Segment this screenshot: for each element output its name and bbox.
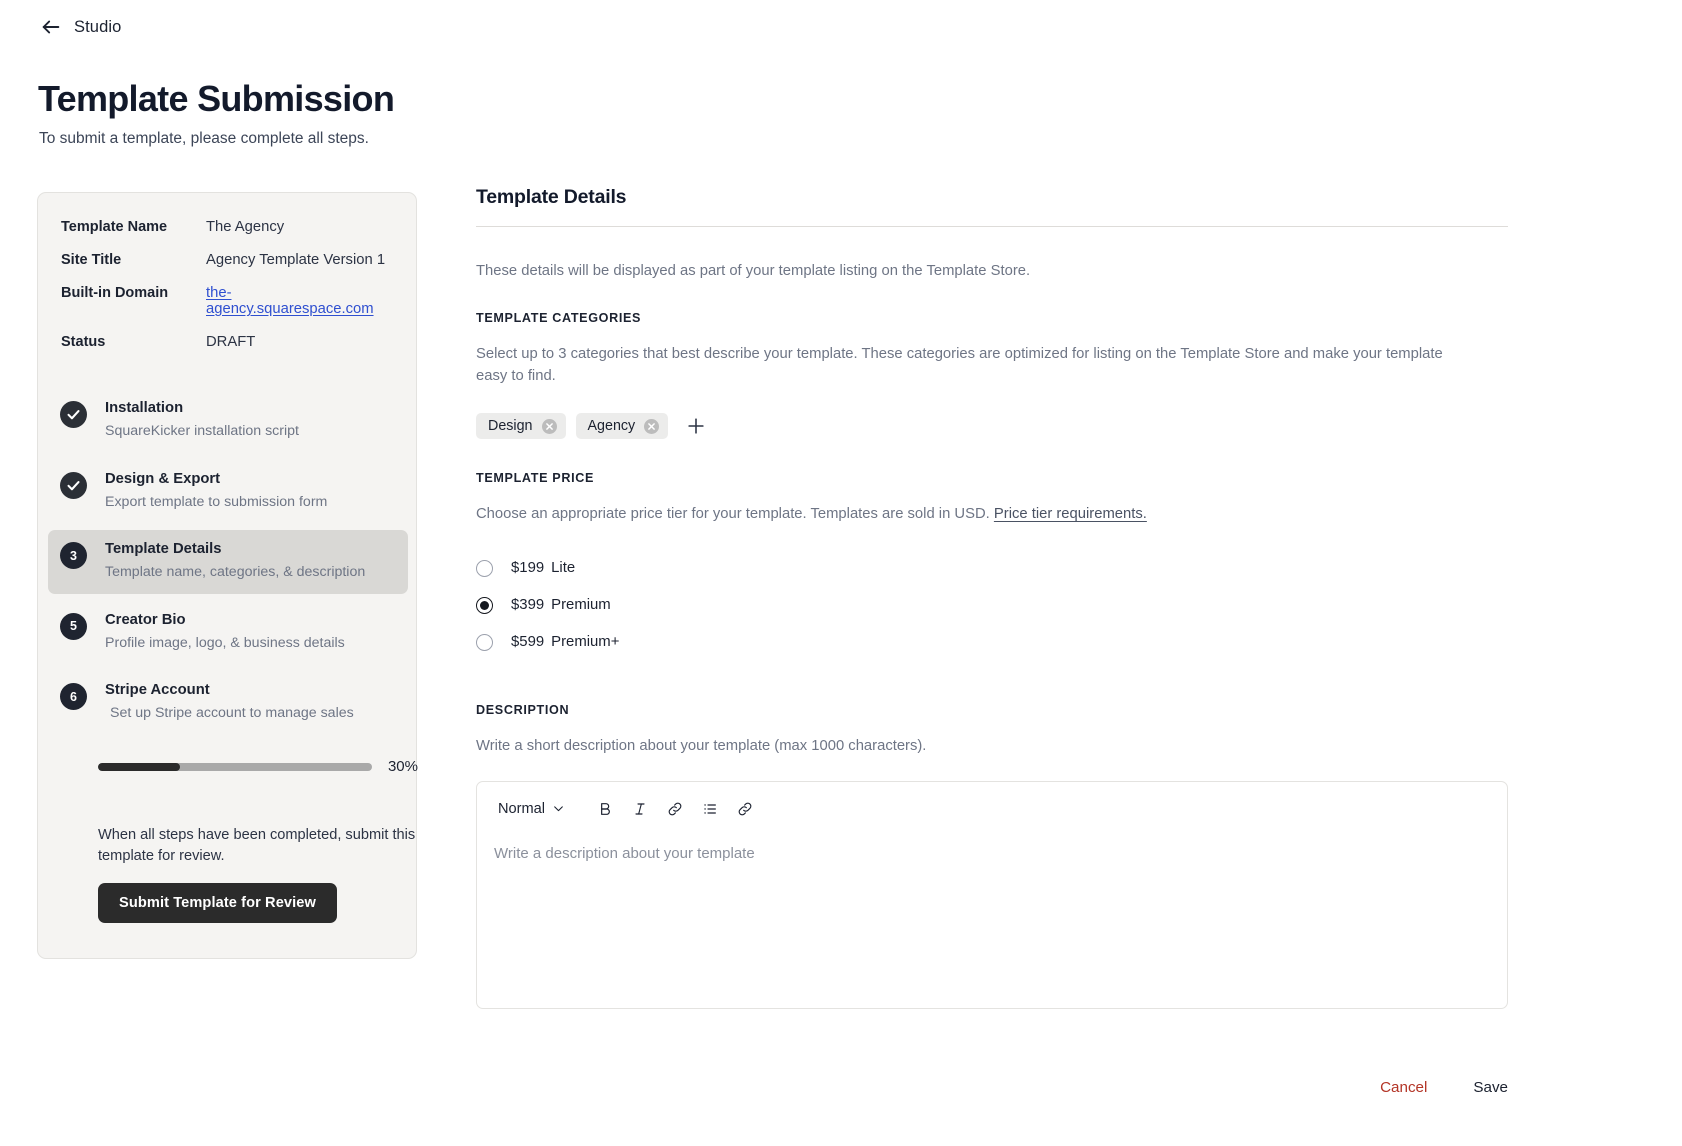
price-option-premium[interactable]: $399 Premium [476, 587, 1508, 624]
price-tier-name: Premium [551, 597, 611, 614]
sidebar-step-installation[interactable]: Installation SquareKicker installation s… [48, 389, 408, 453]
status-value: DRAFT [206, 334, 256, 350]
plus-icon[interactable] [678, 415, 707, 437]
submission-summary-card: Template Name The Agency Site Title Agen… [37, 192, 418, 959]
meta-key: Built-in Domain [61, 285, 169, 301]
price-option-lite[interactable]: $199 Lite [476, 550, 1508, 587]
sidebar-step-design-export[interactable]: Design & Export Export template to submi… [48, 460, 408, 524]
template-meta-list: Template Name The Agency Site Title Agen… [61, 219, 397, 367]
price-tier-name: Premium+ [551, 634, 620, 651]
template-submission-page: Studio Template Submission To submit a t… [0, 0, 1682, 1146]
panel-intro-text: These details will be displayed as part … [476, 263, 1031, 279]
step-number-badge: 5 [60, 612, 87, 640]
meta-key: Status [61, 334, 106, 350]
panel-title: Template Details [476, 186, 627, 208]
page-subtitle: To submit a template, please complete al… [39, 130, 369, 147]
back-label: Studio [74, 17, 122, 36]
price-tier-requirements-link[interactable]: Price tier requirements. [994, 506, 1147, 522]
step-title: Template Details [105, 541, 222, 558]
radio-indicator[interactable] [476, 633, 493, 651]
step-description: Set up Stripe account to manage sales [110, 705, 354, 722]
close-icon[interactable] [541, 418, 557, 434]
panel-divider [476, 226, 1508, 227]
description-help: Write a short description about your tem… [476, 737, 927, 754]
close-icon[interactable] [644, 418, 660, 434]
radio-indicator-selected[interactable] [476, 596, 493, 614]
category-tag[interactable]: Design [476, 413, 566, 440]
sidebar-step-template-details[interactable]: 3 Template Details Template name, catego… [48, 530, 408, 594]
step-title: Creator Bio [105, 611, 186, 628]
step-number-badge: 3 [60, 542, 87, 570]
template-price-label: TEMPLATE PRICE [476, 471, 595, 486]
step-description: Export template to submission form [105, 493, 328, 510]
description-editor[interactable]: Normal Write a description about your te… [476, 780, 1508, 1009]
sidebar-step-creator-bio[interactable]: 5 Creator Bio Profile image, logo, & bus… [48, 601, 408, 665]
bold-icon[interactable] [591, 795, 619, 823]
radio-indicator[interactable] [476, 559, 493, 577]
meta-key: Template Name [61, 219, 168, 235]
built-in-domain-link[interactable]: the-agency.squarespace.com [206, 285, 397, 317]
price-option-label: $199 Lite [511, 560, 575, 576]
check-icon [60, 471, 87, 499]
back-nav[interactable]: Studio [40, 16, 121, 38]
meta-value: Agency Template Version 1 [206, 252, 386, 268]
category-tag-label: Agency [587, 418, 636, 435]
meta-row: Site Title Agency Template Version 1 [61, 252, 397, 268]
price-help-text: Choose an appropriate price tier for you… [476, 506, 994, 523]
category-tag-label: Design [488, 418, 533, 435]
price-amount: $199 [511, 560, 545, 577]
description-textarea[interactable]: Write a description about your template [477, 833, 1507, 874]
italic-icon[interactable] [626, 795, 654, 823]
arrow-left-icon [40, 16, 62, 38]
progress-section: 30% [98, 758, 418, 775]
price-tier-radio-group: $199 Lite $399 Premium $599 Premium+ [476, 550, 1508, 661]
template-price-help: Choose an appropriate price tier for you… [476, 503, 1476, 525]
step-list: Installation SquareKicker installation s… [48, 389, 408, 742]
price-option-premium-plus[interactable]: $599 Premium+ [476, 624, 1508, 661]
step-description: Profile image, logo, & business details [105, 634, 345, 651]
step-description: SquareKicker installation script [105, 422, 299, 439]
meta-row: Status DRAFT [61, 334, 397, 350]
editor-toolbar: Normal [477, 782, 1507, 833]
meta-key: Site Title [61, 252, 122, 268]
template-categories-label: TEMPLATE CATEGORIES [476, 311, 642, 325]
bullet-list-icon[interactable] [696, 795, 724, 823]
progress-track [98, 762, 372, 771]
step-title: Installation [105, 400, 184, 416]
category-tag[interactable]: Agency [575, 413, 669, 440]
price-tier-name: Lite [551, 560, 576, 577]
chevron-down-icon [552, 802, 565, 815]
step-title: Design & Export [105, 470, 221, 487]
meta-row: Template Name The Agency [61, 219, 397, 235]
check-icon [60, 401, 87, 428]
link-icon[interactable] [661, 795, 689, 823]
description-placeholder: Write a description about your template [494, 844, 755, 862]
step-title: Stripe Account [105, 682, 210, 699]
submit-note: When all steps have been completed, subm… [98, 827, 416, 865]
cancel-button[interactable]: Cancel [1380, 1079, 1427, 1096]
sidebar-step-stripe-account[interactable]: 6 Stripe Account Set up Stripe account t… [48, 671, 408, 735]
price-amount: $599 [511, 634, 545, 651]
step-description: Template name, categories, & description [105, 564, 366, 581]
template-categories-help: Select up to 3 categories that best desc… [476, 346, 1443, 385]
price-amount: $399 [511, 597, 545, 614]
text-style-dropdown[interactable]: Normal [494, 799, 569, 819]
price-option-label: $599 Premium+ [511, 634, 619, 650]
category-tag-list: Design Agency [476, 413, 1508, 440]
meta-value: The Agency [206, 219, 285, 235]
page-title: Template Submission [38, 78, 395, 119]
price-option-label: $399 Premium [511, 597, 611, 613]
link-icon[interactable] [731, 795, 759, 823]
save-button[interactable]: Save [1473, 1079, 1508, 1096]
progress-fill [98, 762, 181, 771]
submit-template-button[interactable]: Submit Template for Review [98, 883, 337, 923]
step-number-badge: 6 [60, 683, 87, 711]
template-details-panel: Template Details These details will be d… [476, 186, 1508, 1009]
progress-percent-label: 30% [387, 758, 418, 775]
description-label: DESCRIPTION [476, 702, 570, 717]
text-style-value: Normal [498, 800, 546, 817]
form-actions: Cancel Save [476, 1079, 1508, 1096]
meta-row: Built-in Domain the-agency.squarespace.c… [61, 285, 397, 317]
